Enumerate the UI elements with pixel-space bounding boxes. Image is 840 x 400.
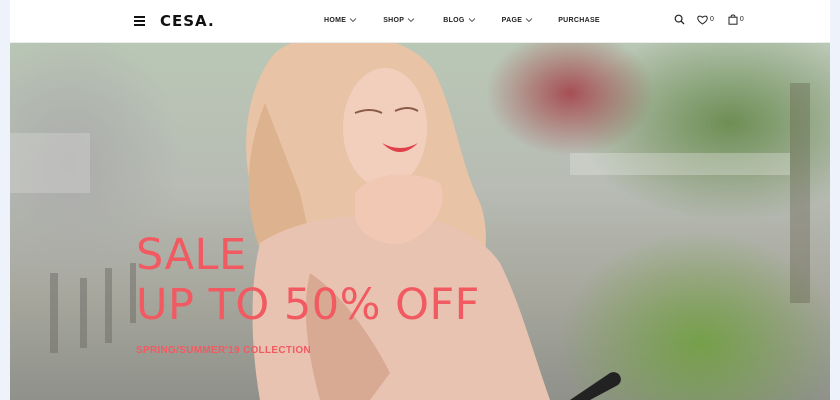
hero-banner[interactable]: SALE UP TO 50% OFF SPRING/SUMMER'19 COLL… [10,43,830,400]
site-logo[interactable]: CESA. [160,12,215,30]
cart-count: 0 [739,16,744,23]
site-header: CESA. HOME SHOP BLOG PAGE PURCHASE 0 0 [10,0,830,43]
shopping-bag-icon [728,14,738,25]
nav-item-label: BLOG [443,16,465,24]
nav-item-page[interactable]: PAGE [502,16,534,24]
hero-title: SALE UP TO 50% OFF [136,230,480,330]
nav-item-home[interactable]: HOME [324,16,357,24]
nav-item-label: PAGE [501,16,523,24]
main-nav: HOME SHOP BLOG PAGE PURCHASE [324,16,600,24]
header-actions: 0 0 [674,14,744,25]
nav-item-label: SHOP [383,16,405,24]
hero-title-line1: SALE [136,230,247,280]
wishlist-count: 0 [710,16,714,23]
hero-subtitle: SPRING/SUMMER'19 COLLECTION [136,345,311,356]
heart-icon [697,15,708,25]
hero-title-line2: UP TO 50% OFF [136,280,480,330]
nav-item-purchase[interactable]: PURCHASE [558,16,600,24]
chevron-down-icon [349,18,357,23]
chevron-down-icon [468,18,475,23]
search-icon [674,14,685,25]
wishlist-button[interactable]: 0 [697,15,714,25]
nav-item-shop[interactable]: SHOP [383,16,415,24]
chevron-down-icon [407,18,415,23]
search-button[interactable] [674,14,685,25]
nav-item-blog[interactable]: BLOG [443,16,475,24]
hero-photo [10,43,810,400]
nav-item-label: PURCHASE [558,16,600,24]
nav-item-label: HOME [324,16,347,24]
page-frame: CESA. HOME SHOP BLOG PAGE PURCHASE 0 0 S… [10,0,830,400]
hamburger-menu-icon[interactable] [134,16,145,26]
chevron-down-icon [525,18,533,23]
cart-button[interactable]: 0 [728,14,744,25]
